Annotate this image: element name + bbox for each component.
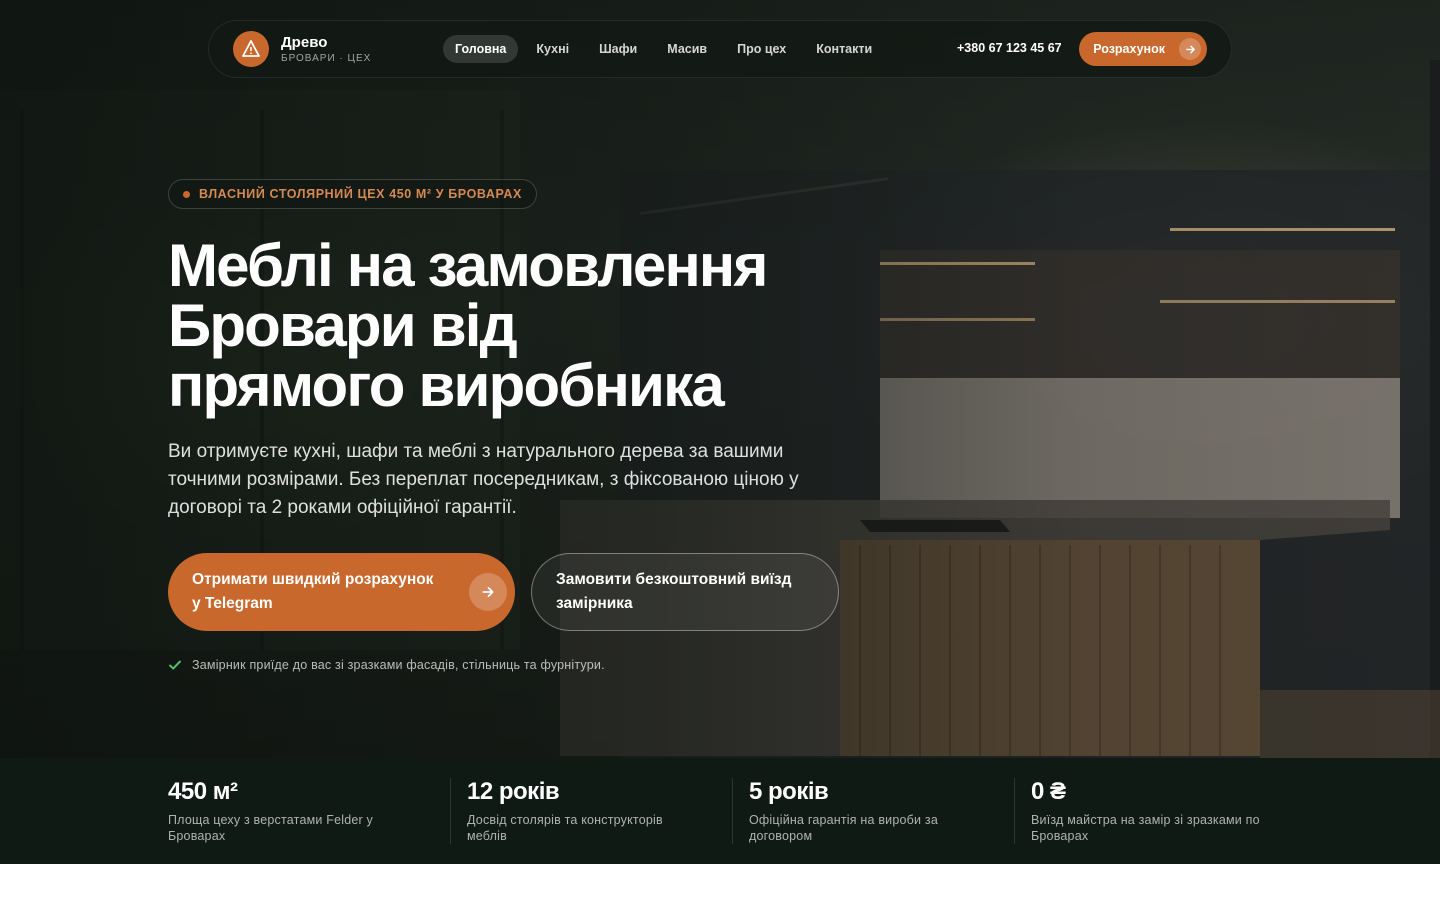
measurement-button-line: Замовити безкоштовний виїзд [556, 571, 792, 588]
headline-line: Меблі на замовлення [168, 232, 768, 299]
stat-workshop-area: 450 м² Площа цеху з верстатами Felder у … [168, 778, 418, 844]
workshop-badge: ВЛАСНИЙ СТОЛЯРНИЙ ЦЕХ 450 М² У БРОВАРАХ [168, 179, 537, 209]
nav-item-home[interactable]: Головна [443, 35, 519, 63]
stat-description: Виїзд майстра на замір зі зразками по Бр… [1031, 812, 1291, 844]
free-measurement-button[interactable]: Замовити безкоштовний виїзд замірника [531, 553, 839, 631]
stat-divider [450, 778, 451, 844]
stat-description: Офіційна гарантія на вироби за договором [749, 812, 989, 844]
stat-description-line: Броварах [168, 829, 226, 843]
hero-headline: Меблі на замовлення Бровари від прямого … [168, 236, 868, 416]
stat-description: Площа цеху з верстатами Felder у Бровара… [168, 812, 418, 844]
measurement-note: Замірник приїде до вас зі зразками фасад… [168, 658, 605, 672]
headline-line: прямого виробника [168, 352, 725, 419]
nav-item-wardrobes[interactable]: Шафи [587, 35, 649, 63]
calculation-button-label: Розрахунок [1093, 42, 1165, 56]
stats-bar: 450 м² Площа цеху з верстатами Felder у … [0, 758, 1440, 864]
stat-experience: 12 років Досвід столярів та конструкторі… [467, 778, 707, 844]
stat-divider [1014, 778, 1015, 844]
telegram-button-line: у Telegram [192, 595, 273, 612]
brand-subtitle: БРОВАРИ · ЦЕХ [281, 53, 372, 64]
top-navigation: Древо БРОВАРИ · ЦЕХ Головна Кухні Шафи М… [208, 20, 1232, 78]
lead-line: договорі та 2 роками офіційної гарантії. [168, 497, 517, 518]
stat-value: 5 років [749, 778, 829, 805]
stat-warranty: 5 років Офіційна гарантія на вироби за д… [749, 778, 989, 844]
phone-link[interactable]: +380 67 123 45 67 [957, 41, 1062, 55]
stat-description: Досвід столярів та конструкторів меблів [467, 812, 707, 844]
nav-item-contacts[interactable]: Контакти [804, 35, 884, 63]
headline-line: Бровари від [168, 292, 518, 359]
arrow-right-icon [469, 573, 507, 611]
telegram-estimate-button[interactable]: Отримати швидкий розрахунок у Telegram [168, 553, 515, 631]
nav-item-solid-wood[interactable]: Масив [655, 35, 719, 63]
nav-item-about[interactable]: Про цех [725, 35, 798, 63]
logo-icon[interactable] [233, 31, 269, 67]
note-text: Замірник приїде до вас зі зразками фасад… [192, 658, 605, 672]
badge-dot-icon [183, 190, 190, 198]
triangle-warning-icon [242, 40, 260, 57]
stat-value: 12 років [467, 778, 560, 805]
check-icon [169, 660, 181, 670]
badge-text: ВЛАСНИЙ СТОЛЯРНИЙ ЦЕХ 450 М² У БРОВАРАХ [199, 187, 522, 201]
stat-description-line: договором [749, 829, 813, 843]
stat-divider [732, 778, 733, 844]
lead-line: точними розмірами. Без переплат посередн… [168, 469, 799, 490]
stat-value: 450 м² [168, 778, 238, 805]
nav-item-kitchens[interactable]: Кухні [524, 35, 581, 63]
logo-text[interactable]: Древо БРОВАРИ · ЦЕХ [281, 34, 371, 64]
lead-line: Ви отримуєте кухні, шафи та меблі з нату… [168, 441, 784, 462]
stat-description-line: Офіційна гарантія на вироби за [749, 813, 938, 827]
arrow-right-icon [1179, 38, 1201, 60]
hero-lead: Ви отримуєте кухні, шафи та меблі з нату… [168, 438, 848, 522]
stat-description-line: Броварах [1031, 829, 1089, 843]
stat-description-line: Площа цеху з верстатами Felder у [168, 813, 374, 827]
stat-description-line: меблів [467, 829, 507, 843]
stat-free-visit: 0 ₴ Виїзд майстра на замір зі зразками п… [1031, 778, 1291, 844]
stat-description-line: Досвід столярів та конструкторів [467, 813, 663, 827]
stat-description-line: Виїзд майстра на замір зі зразками по [1031, 813, 1260, 827]
measurement-button-line: замірника [556, 595, 633, 612]
stat-value: 0 ₴ [1031, 778, 1066, 805]
calculation-button[interactable]: Розрахунок [1079, 32, 1207, 66]
brand-name: Древо [281, 34, 328, 51]
telegram-button-line: Отримати швидкий розрахунок [192, 571, 434, 588]
nav-links: Головна Кухні Шафи Масив Про цех Контакт… [443, 35, 890, 63]
